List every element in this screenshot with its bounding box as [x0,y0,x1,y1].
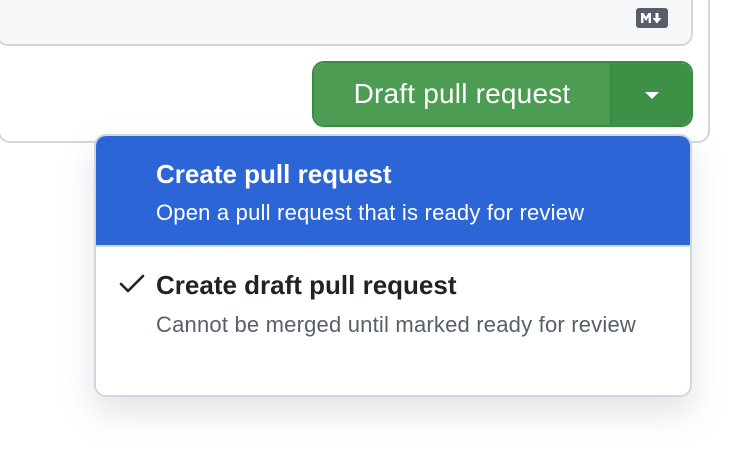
comment-box-footer [0,0,693,46]
menu-item-description: Open a pull request that is ready for re… [156,200,585,225]
menu-item-create-draft-pull-request[interactable]: Create draft pull request Cannot be merg… [96,247,690,395]
split-button-dropdown-toggle[interactable] [612,63,691,125]
check-icon [118,273,146,295]
menu-item-create-pull-request[interactable]: Create pull request Open a pull request … [96,136,690,247]
pull-request-type-menu: Create pull request Open a pull request … [94,134,692,397]
menu-item-title: Create draft pull request [156,270,457,300]
draft-pull-request-split-button: Draft pull request [312,61,693,127]
create-pull-request-page: Draft pull request Create pull request O… [0,0,744,462]
draft-pull-request-button[interactable]: Draft pull request [314,63,612,125]
triangle-down-icon [644,91,659,99]
menu-item-title: Create pull request [156,159,392,189]
menu-item-description: Cannot be merged until marked ready for … [156,312,636,337]
markdown-icon[interactable] [635,7,669,29]
